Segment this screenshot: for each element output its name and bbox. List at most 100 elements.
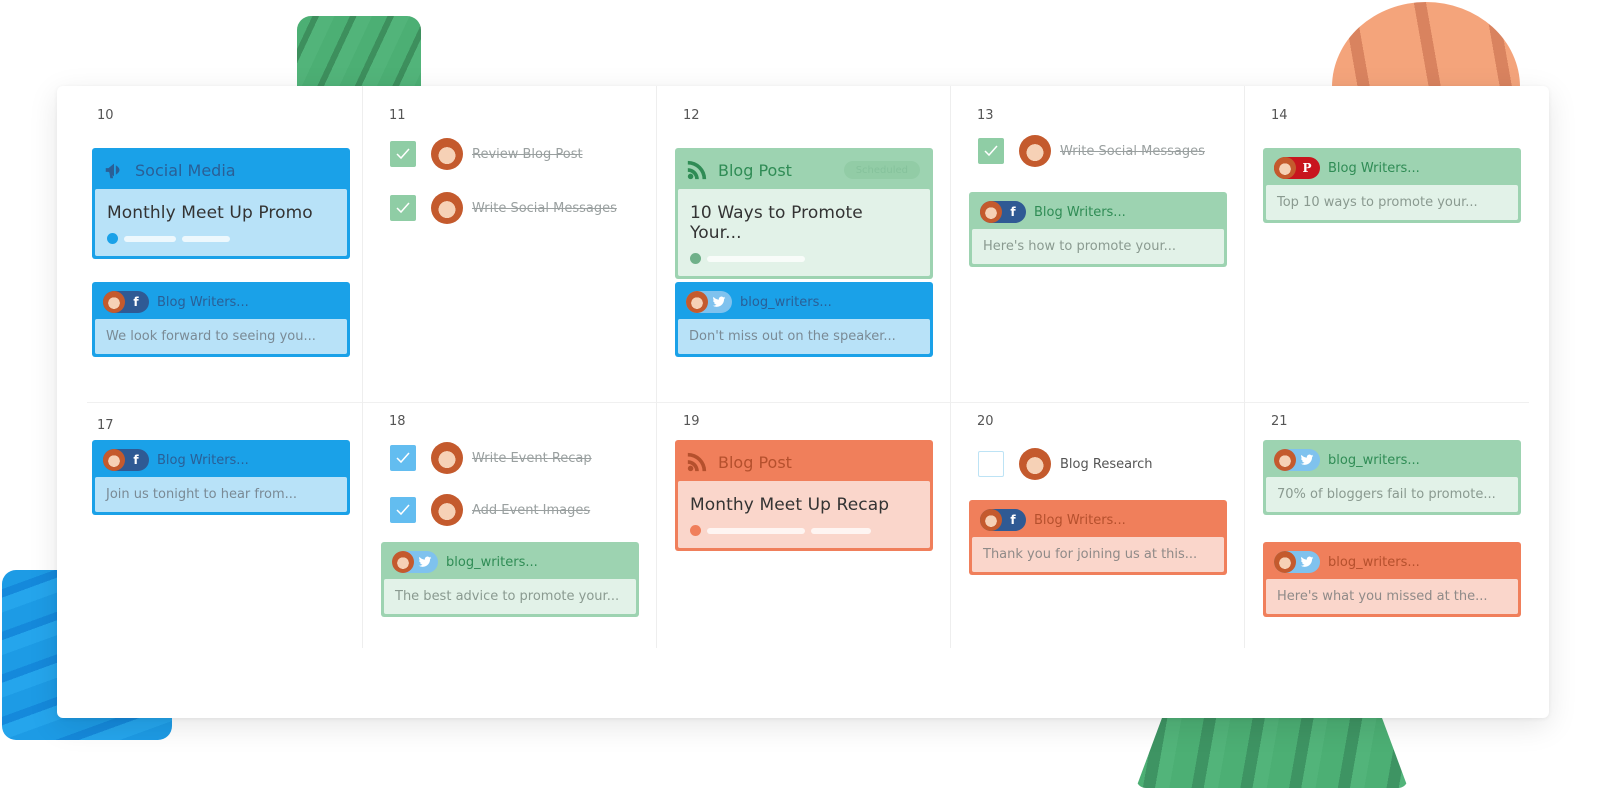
- post-preview: Here's what you missed at the...: [1266, 579, 1518, 614]
- facebook-icon: f: [1010, 205, 1016, 219]
- calendar-day-10[interactable]: 10 Social Media Monthly Meet Up Promo f …: [57, 86, 362, 402]
- social-post-card[interactable]: blog_writers... The best advice to promo…: [381, 542, 639, 617]
- task-label: Review Blog Post: [472, 146, 583, 162]
- calendar-day-18[interactable]: 18 Write Event Recap Add Event Images bl…: [362, 402, 656, 648]
- twitter-icon: [1300, 454, 1314, 465]
- social-post-card[interactable]: P Blog Writers... Top 10 ways to promote…: [1263, 148, 1521, 223]
- status-dot: [107, 233, 118, 244]
- card-category: Social Media: [135, 160, 236, 180]
- task-checkbox[interactable]: [390, 141, 416, 167]
- post-preview: Join us tonight to hear from...: [95, 477, 347, 512]
- day-number: 10: [97, 108, 114, 123]
- day-number: 11: [389, 108, 406, 123]
- facebook-icon: f: [1010, 513, 1016, 527]
- avatar: [103, 449, 125, 471]
- post-preview: 70% of bloggers fail to promote...: [1266, 477, 1518, 512]
- card-category: Blog Post: [718, 160, 792, 180]
- card-title: Monthy Meet Up Recap: [690, 495, 890, 515]
- social-post-card[interactable]: blog_writers... 70% of bloggers fail to …: [1263, 440, 1521, 515]
- task-item[interactable]: Review Blog Post: [390, 138, 583, 170]
- calendar-day-11[interactable]: 11 Review Blog Post Write Social Message…: [362, 86, 656, 402]
- task-checkbox[interactable]: [390, 497, 416, 523]
- checkmark-icon: [396, 452, 410, 464]
- task-checkbox[interactable]: [978, 138, 1004, 164]
- placeholder-bar: [182, 235, 230, 242]
- day-number: 13: [977, 108, 994, 123]
- task-item[interactable]: Write Social Messages: [978, 135, 1205, 167]
- blog-post-card[interactable]: Blog Post Scheduled 10 Ways to Promote Y…: [675, 148, 933, 279]
- task-item[interactable]: Blog Research: [978, 448, 1153, 480]
- task-item[interactable]: Write Event Recap: [390, 442, 592, 474]
- account-name: Blog Writers...: [157, 452, 249, 468]
- avatar: [1274, 551, 1296, 573]
- social-post-card[interactable]: blog_writers... Here's what you missed a…: [1263, 542, 1521, 617]
- post-preview: The best advice to promote your...: [384, 579, 636, 614]
- task-checkbox[interactable]: [978, 451, 1004, 477]
- calendar-day-21[interactable]: 21 blog_writers... 70% of bloggers fail …: [1244, 402, 1549, 648]
- task-checkbox[interactable]: [390, 445, 416, 471]
- day-number: 21: [1271, 414, 1288, 429]
- day-number: 19: [683, 414, 700, 429]
- card-title: Monthly Meet Up Promo: [107, 203, 313, 223]
- social-post-card[interactable]: blog_writers... Don't miss out on the sp…: [675, 282, 933, 357]
- post-preview: Here's how to promote your...: [972, 229, 1224, 264]
- social-post-card[interactable]: f Blog Writers... Here's how to promote …: [969, 192, 1227, 267]
- placeholder-bar: [811, 527, 871, 534]
- day-number: 18: [389, 414, 406, 429]
- post-preview: Don't miss out on the speaker...: [678, 319, 930, 354]
- day-number: 20: [977, 414, 994, 429]
- task-item[interactable]: Add Event Images: [390, 494, 590, 526]
- progress-indicator: [107, 233, 335, 244]
- checkmark-icon: [396, 504, 410, 516]
- social-media-campaign-card[interactable]: Social Media Monthly Meet Up Promo: [92, 148, 350, 259]
- account-badge: [392, 551, 438, 573]
- task-label: Write Event Recap: [472, 450, 592, 466]
- task-label: Write Social Messages: [1060, 143, 1205, 159]
- task-label: Add Event Images: [472, 502, 591, 518]
- facebook-icon: f: [133, 295, 139, 309]
- progress-indicator: [690, 525, 918, 536]
- avatar: [1274, 157, 1296, 179]
- placeholder-bar: [707, 527, 805, 534]
- calendar-day-19[interactable]: 19 Blog Post Monthy Meet Up Recap: [656, 402, 950, 648]
- assignee-avatar: [431, 494, 463, 526]
- calendar-week-1: 10 Social Media Monthly Meet Up Promo f …: [57, 86, 1549, 402]
- social-post-card[interactable]: f Blog Writers... Join us tonight to hea…: [92, 440, 350, 515]
- assignee-avatar: [431, 138, 463, 170]
- task-label: Blog Research: [1060, 456, 1153, 472]
- checkmark-icon: [984, 145, 998, 157]
- content-calendar: 10 Social Media Monthly Meet Up Promo f …: [57, 86, 1549, 718]
- account-badge: f: [103, 291, 149, 313]
- account-name: blog_writers...: [446, 554, 538, 570]
- calendar-day-17[interactable]: 17 f Blog Writers... Join us tonight to …: [57, 402, 362, 718]
- calendar-day-20[interactable]: 20 Blog Research f Blog Writers... Thank…: [950, 402, 1244, 648]
- avatar: [686, 291, 708, 313]
- task-item[interactable]: Write Social Messages: [390, 192, 617, 224]
- social-post-card[interactable]: f Blog Writers... Thank you for joining …: [969, 500, 1227, 575]
- status-badge: Scheduled: [843, 161, 920, 179]
- status-dot: [690, 525, 701, 536]
- account-name: blog_writers...: [1328, 554, 1420, 570]
- post-preview: We look forward to seeing you...: [95, 319, 347, 354]
- day-number: 17: [97, 418, 114, 433]
- avatar: [1274, 449, 1296, 471]
- account-name: blog_writers...: [1328, 452, 1420, 468]
- placeholder-bar: [707, 255, 805, 262]
- day-number: 14: [1271, 108, 1288, 123]
- social-post-card[interactable]: f Blog Writers... We look forward to see…: [92, 282, 350, 357]
- calendar-day-14[interactable]: 14 P Blog Writers... Top 10 ways to prom…: [1244, 86, 1549, 402]
- blog-post-card[interactable]: Blog Post Monthy Meet Up Recap: [675, 440, 933, 551]
- avatar: [980, 201, 1002, 223]
- progress-indicator: [690, 253, 918, 264]
- account-name: Blog Writers...: [157, 294, 249, 310]
- account-badge: f: [980, 509, 1026, 531]
- decorative-green-shape-top: [297, 16, 421, 96]
- calendar-day-13[interactable]: 13 Write Social Messages f Blog Writers.…: [950, 86, 1244, 402]
- twitter-icon: [418, 556, 432, 567]
- checkmark-icon: [396, 202, 410, 214]
- task-checkbox[interactable]: [390, 195, 416, 221]
- pinterest-icon: P: [1302, 161, 1312, 175]
- calendar-day-12[interactable]: 12 Blog Post Scheduled 10 Ways to Promot…: [656, 86, 950, 402]
- placeholder-bar: [124, 235, 176, 242]
- account-badge: [1274, 551, 1320, 573]
